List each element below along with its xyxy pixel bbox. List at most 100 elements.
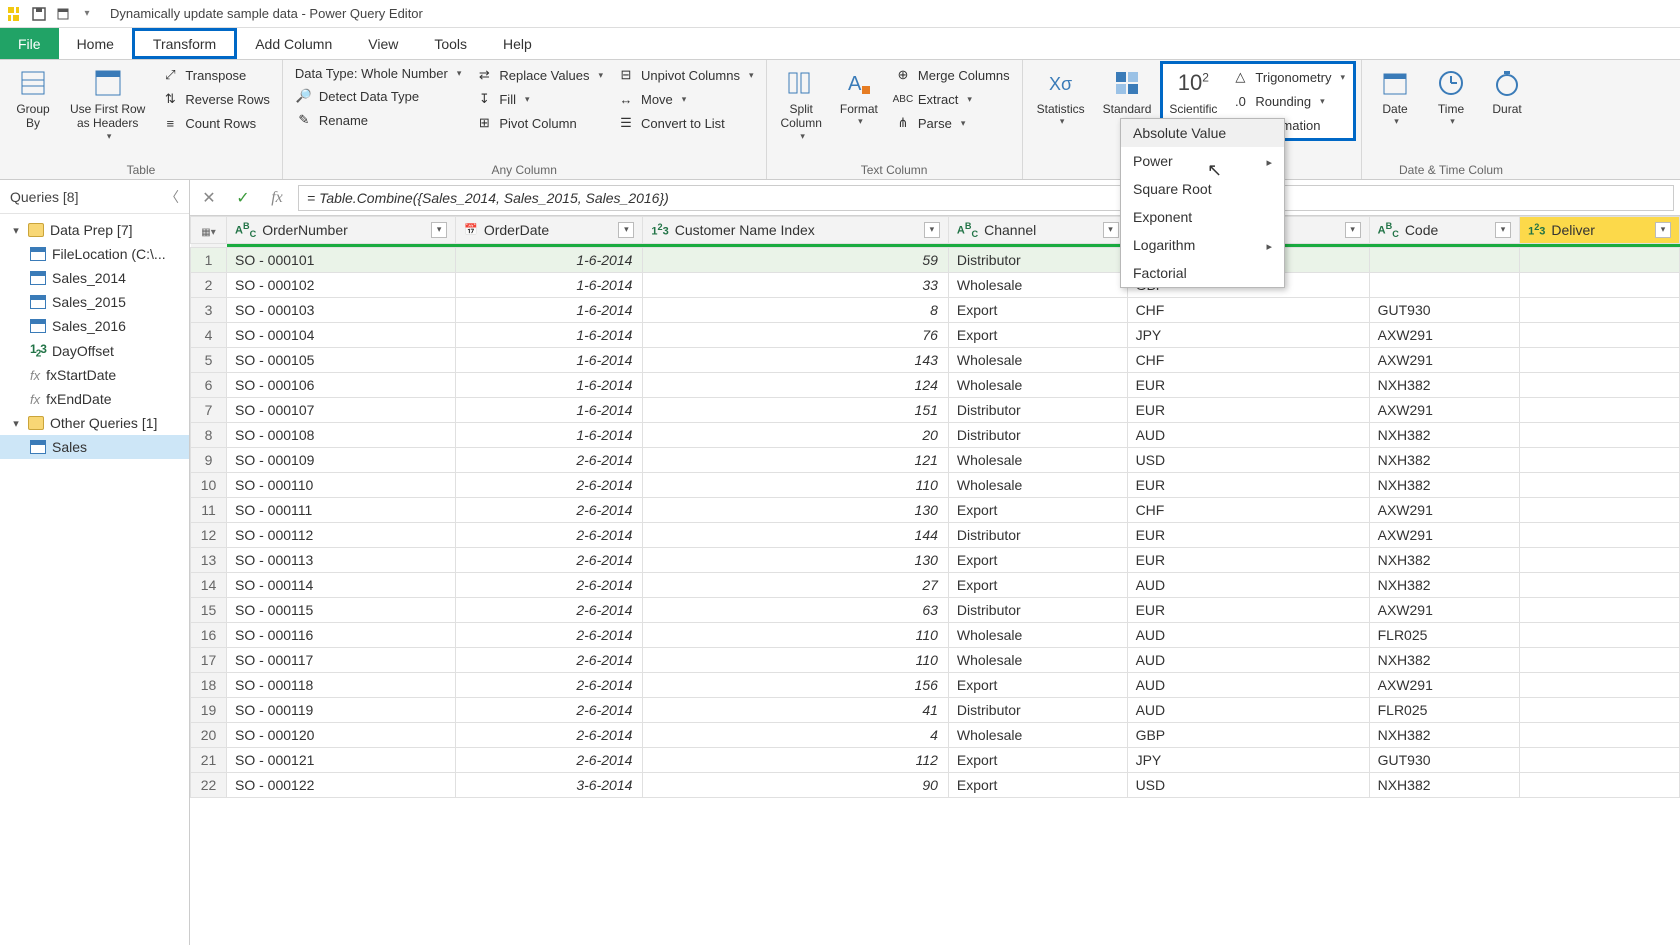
menu-square-root[interactable]: Square Root xyxy=(1121,175,1284,203)
table-row[interactable]: 17SO - 0001172-6-2014110WholesaleAUDNXH3… xyxy=(191,647,1680,672)
table-row[interactable]: 11SO - 0001112-6-2014130ExportCHFAXW291 xyxy=(191,497,1680,522)
col-orderdate[interactable]: 📅OrderDate▾ xyxy=(456,217,643,244)
transpose-button[interactable]: ⤢Transpose xyxy=(157,64,274,86)
query-sales-2015[interactable]: Sales_2015 xyxy=(0,290,189,314)
menu-exponent[interactable]: Exponent xyxy=(1121,203,1284,231)
formula-accept-icon[interactable]: ✓ xyxy=(230,185,256,211)
menu-factorial[interactable]: Factorial xyxy=(1121,259,1284,287)
statistics-button[interactable]: Xσ Statistics xyxy=(1031,64,1091,129)
detect-data-type-button[interactable]: 🔎Detect Data Type xyxy=(291,85,465,107)
table-row[interactable]: 18SO - 0001182-6-2014156ExportAUDAXW291 xyxy=(191,672,1680,697)
filter-icon[interactable]: ▾ xyxy=(1345,222,1361,238)
table-row[interactable]: 7SO - 0001071-6-2014151DistributorEURAXW… xyxy=(191,397,1680,422)
use-first-row-button[interactable]: Use First Row as Headers xyxy=(64,64,151,144)
count-rows-button[interactable]: ≡Count Rows xyxy=(157,112,274,134)
table-row[interactable]: 1SO - 0001011-6-201459DistributorAUD xyxy=(191,247,1680,272)
query-sales[interactable]: Sales xyxy=(0,435,189,459)
table-row[interactable]: 3SO - 0001031-6-20148ExportCHFGUT930 xyxy=(191,297,1680,322)
trigonometry-button[interactable]: △Trigonometry xyxy=(1227,66,1349,88)
table-row[interactable]: 2SO - 0001021-6-201433WholesaleGBP xyxy=(191,272,1680,297)
scientific-menu: Absolute ValuePowerSquare RootExponentLo… xyxy=(1120,118,1285,288)
table-row[interactable]: 14SO - 0001142-6-201427ExportAUDNXH382 xyxy=(191,572,1680,597)
menu-power[interactable]: Power xyxy=(1121,147,1284,175)
queries-tree: ▾Data Prep [7]FileLocation (C:\...Sales_… xyxy=(0,214,189,463)
table-row[interactable]: 6SO - 0001061-6-2014124WholesaleEURNXH38… xyxy=(191,372,1680,397)
collapse-icon[interactable]: 〈 xyxy=(165,187,179,207)
folder-data-prep-7-[interactable]: ▾Data Prep [7] xyxy=(0,218,189,242)
fill-button[interactable]: ↧Fill xyxy=(471,88,607,110)
table-row[interactable]: 20SO - 0001202-6-20144WholesaleGBPNXH382 xyxy=(191,722,1680,747)
filter-icon[interactable]: ▾ xyxy=(1103,222,1119,238)
query-sales-2016[interactable]: Sales_2016 xyxy=(0,314,189,338)
col-deliver[interactable]: 123Deliver▾ xyxy=(1520,217,1680,244)
menu-absolute-value[interactable]: Absolute Value xyxy=(1121,119,1284,147)
filter-icon[interactable]: ▾ xyxy=(618,222,634,238)
save-icon[interactable] xyxy=(28,3,50,25)
title-bar: ▾ Dynamically update sample data - Power… xyxy=(0,0,1680,28)
extract-button[interactable]: ABCExtract xyxy=(890,88,1014,110)
table-row[interactable]: 8SO - 0001081-6-201420DistributorAUDNXH3… xyxy=(191,422,1680,447)
group-any-column: Data Type: Whole Number 🔎Detect Data Typ… xyxy=(283,60,767,179)
split-column-button[interactable]: Split Column xyxy=(775,64,828,144)
table-row[interactable]: 19SO - 0001192-6-201441DistributorAUDFLR… xyxy=(191,697,1680,722)
pivot-column-button[interactable]: ⊞Pivot Column xyxy=(471,112,607,134)
formula-cancel-icon[interactable]: ✕ xyxy=(196,185,222,211)
date-button[interactable]: Date xyxy=(1370,64,1420,129)
table-row[interactable]: 10SO - 0001102-6-2014110WholesaleEURNXH3… xyxy=(191,472,1680,497)
table-row[interactable]: 16SO - 0001162-6-2014110WholesaleAUDFLR0… xyxy=(191,622,1680,647)
filter-icon[interactable]: ▾ xyxy=(1655,222,1671,238)
col-customer-name-index[interactable]: 123Customer Name Index▾ xyxy=(643,217,949,244)
group-by-button[interactable]: Group By xyxy=(8,64,58,133)
qat-more-icon[interactable]: ▾ xyxy=(76,3,98,25)
tab-tools[interactable]: Tools xyxy=(416,28,485,59)
ribbon-tabs: FileHomeTransformAdd ColumnViewToolsHelp xyxy=(0,28,1680,60)
tab-transform[interactable]: Transform xyxy=(132,28,237,59)
folder-other-queries-1-[interactable]: ▾Other Queries [1] xyxy=(0,411,189,435)
undo-icon[interactable] xyxy=(52,3,74,25)
tab-add-column[interactable]: Add Column xyxy=(237,28,350,59)
data-grid[interactable]: ▦▾ABCOrderNumber▾📅OrderDate▾123Customer … xyxy=(190,216,1680,798)
queries-header[interactable]: Queries [8] 〈 xyxy=(0,180,189,214)
col-channel[interactable]: ABCChannel▾ xyxy=(948,217,1127,244)
col-ordernumber[interactable]: ABCOrderNumber▾ xyxy=(227,217,456,244)
parse-button[interactable]: ⋔Parse xyxy=(890,112,1014,134)
reverse-rows-button[interactable]: ⇅Reverse Rows xyxy=(157,88,274,110)
group-date-time-label: Date & Time Colum xyxy=(1370,161,1532,179)
rounding-button[interactable]: .0Rounding xyxy=(1227,90,1349,112)
tab-help[interactable]: Help xyxy=(485,28,550,59)
merge-columns-button[interactable]: ⊕Merge Columns xyxy=(890,64,1014,86)
table-row[interactable]: 12SO - 0001122-6-2014144DistributorEURAX… xyxy=(191,522,1680,547)
row-selector[interactable]: ▦▾ xyxy=(191,217,227,244)
table-row[interactable]: 5SO - 0001051-6-2014143WholesaleCHFAXW29… xyxy=(191,347,1680,372)
table-row[interactable]: 21SO - 0001212-6-2014112ExportJPYGUT930 xyxy=(191,747,1680,772)
table-row[interactable]: 15SO - 0001152-6-201463DistributorEURAXW… xyxy=(191,597,1680,622)
menu-logarithm[interactable]: Logarithm xyxy=(1121,231,1284,259)
col-code[interactable]: ABCCode▾ xyxy=(1369,217,1519,244)
query-sales-2014[interactable]: Sales_2014 xyxy=(0,266,189,290)
tab-home[interactable]: Home xyxy=(59,28,132,59)
unpivot-button[interactable]: ⊟Unpivot Columns xyxy=(613,64,758,86)
formula-input[interactable] xyxy=(298,185,1674,211)
query-filelocation-c-[interactable]: FileLocation (C:\... xyxy=(0,242,189,266)
tab-view[interactable]: View xyxy=(350,28,416,59)
tab-file[interactable]: File xyxy=(0,28,59,59)
duration-button[interactable]: Durat xyxy=(1482,64,1532,118)
filter-icon[interactable]: ▾ xyxy=(1495,222,1511,238)
convert-to-list-button[interactable]: ☰Convert to List xyxy=(613,112,758,134)
formula-fx-icon[interactable]: fx xyxy=(264,185,290,211)
data-type-button[interactable]: Data Type: Whole Number xyxy=(291,64,465,83)
table-row[interactable]: 22SO - 0001223-6-201490ExportUSDNXH382 xyxy=(191,772,1680,797)
table-row[interactable]: 13SO - 0001132-6-2014130ExportEURNXH382 xyxy=(191,547,1680,572)
query-fxstartdate[interactable]: fxfxStartDate xyxy=(0,363,189,387)
filter-icon[interactable]: ▾ xyxy=(431,222,447,238)
replace-values-button[interactable]: ⇄Replace Values xyxy=(471,64,607,86)
move-button[interactable]: ↔Move xyxy=(613,88,758,110)
query-dayoffset[interactable]: 123DayOffset xyxy=(0,338,189,363)
query-fxenddate[interactable]: fxfxEndDate xyxy=(0,387,189,411)
format-button[interactable]: A Format xyxy=(834,64,884,129)
rename-button[interactable]: ✎Rename xyxy=(291,109,465,131)
filter-icon[interactable]: ▾ xyxy=(924,222,940,238)
time-button[interactable]: Time xyxy=(1426,64,1476,129)
table-row[interactable]: 4SO - 0001041-6-201476ExportJPYAXW291 xyxy=(191,322,1680,347)
table-row[interactable]: 9SO - 0001092-6-2014121WholesaleUSDNXH38… xyxy=(191,447,1680,472)
